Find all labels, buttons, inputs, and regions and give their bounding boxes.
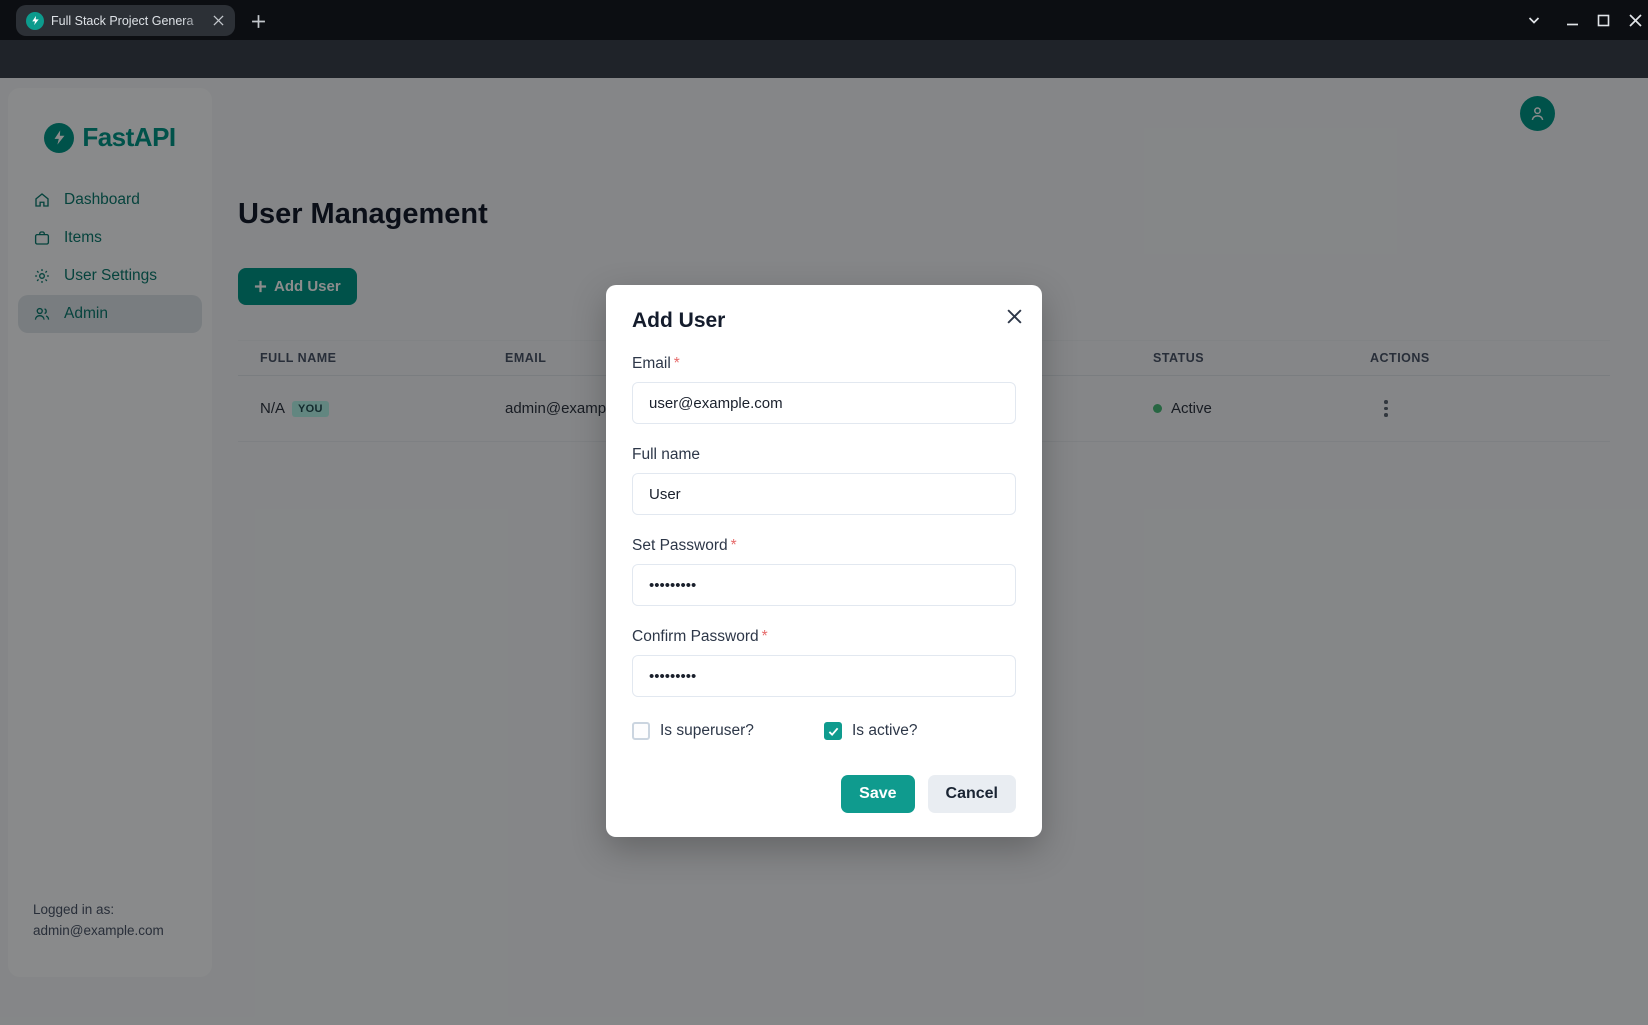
set-password-field[interactable] <box>632 564 1016 606</box>
tab-search-chevron-icon[interactable] <box>1520 6 1548 34</box>
browser-toolbar: localhost/admin 1 <box>0 40 1648 78</box>
tab-title: Full Stack Project Genera <box>51 14 209 28</box>
modal-title: Add User <box>632 309 1016 333</box>
checkbox-unchecked-icon <box>632 722 650 740</box>
email-field-group: Email* <box>632 355 1016 424</box>
tab-bar: Full Stack Project Genera <box>0 0 1648 40</box>
modal-close-icon[interactable] <box>1000 302 1028 330</box>
full-name-field-group: Full name <box>632 446 1016 515</box>
page-viewport: FastAPI Dashboard Items User Settings A <box>0 78 1648 1025</box>
required-marker: * <box>674 355 680 372</box>
checkbox-checked-icon <box>824 722 842 740</box>
fastapi-favicon-icon <box>26 12 44 30</box>
full-name-label: Full name <box>632 446 1016 464</box>
save-button[interactable]: Save <box>841 775 914 813</box>
browser-tab[interactable]: Full Stack Project Genera <box>16 5 235 36</box>
email-field[interactable] <box>632 382 1016 424</box>
window-close-button[interactable] <box>1621 6 1648 34</box>
confirm-password-label: Confirm Password* <box>632 628 1016 646</box>
is-superuser-label: Is superuser? <box>660 722 754 740</box>
cancel-button[interactable]: Cancel <box>928 775 1016 813</box>
confirm-password-field-group: Confirm Password* <box>632 628 1016 697</box>
is-active-checkbox[interactable]: Is active? <box>824 722 1016 740</box>
set-password-field-group: Set Password* <box>632 537 1016 606</box>
browser-window: Full Stack Project Genera <box>0 0 1648 1025</box>
modal-actions: Save Cancel <box>632 775 1016 813</box>
full-name-field[interactable] <box>632 473 1016 515</box>
confirm-password-field[interactable] <box>632 655 1016 697</box>
is-superuser-checkbox[interactable]: Is superuser? <box>632 722 824 740</box>
required-marker: * <box>762 628 768 645</box>
window-minimize-button[interactable] <box>1558 6 1586 34</box>
checkbox-row: Is superuser? Is active? <box>632 722 1016 740</box>
checkmark-icon <box>828 726 839 737</box>
tab-close-icon[interactable] <box>209 12 227 30</box>
window-maximize-button[interactable] <box>1589 6 1617 34</box>
add-user-modal: Add User Email* Full name Set Password* … <box>606 285 1042 837</box>
set-password-label: Set Password* <box>632 537 1016 555</box>
email-label: Email* <box>632 355 1016 373</box>
is-active-label: Is active? <box>852 722 917 740</box>
new-tab-button[interactable] <box>245 8 271 34</box>
required-marker: * <box>731 537 737 554</box>
